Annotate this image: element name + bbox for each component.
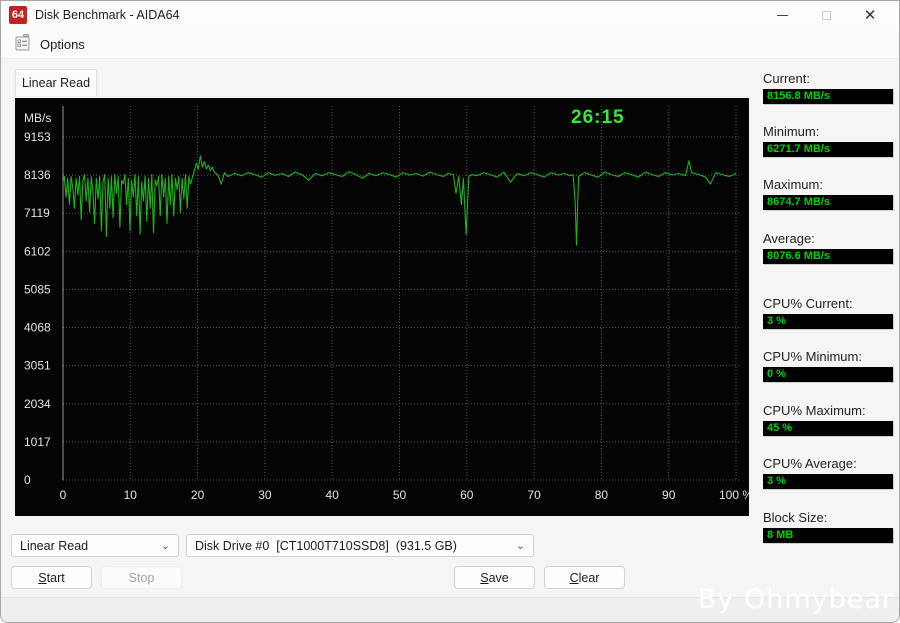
stat-value: 8076.6 MB/s xyxy=(763,249,893,264)
window-title: Disk Benchmark - AIDA64 xyxy=(35,8,180,22)
menu-bar: Options xyxy=(1,29,899,59)
stat-block-size: Block Size: 8 MB xyxy=(763,510,893,543)
stat-value: 8 MB xyxy=(763,528,893,543)
stat-cpu-maximum: CPU% Maximum: 45 % xyxy=(763,403,893,436)
svg-text:3051: 3051 xyxy=(24,359,51,373)
options-label: Options xyxy=(40,36,85,52)
stat-label: Minimum: xyxy=(763,124,820,139)
minimize-icon xyxy=(776,14,788,16)
svg-text:20: 20 xyxy=(191,488,205,502)
elapsed-time: 26:15 xyxy=(571,107,625,128)
save-button[interactable]: Save xyxy=(454,566,535,589)
options-icon xyxy=(13,33,33,56)
stat-label: CPU% Maximum: xyxy=(763,403,866,418)
title-bar: 64 Disk Benchmark - AIDA64 ✕ xyxy=(1,1,899,29)
stat-label: Block Size: xyxy=(763,510,828,525)
svg-text:7119: 7119 xyxy=(24,206,50,220)
svg-text:10: 10 xyxy=(124,488,138,502)
svg-text:60: 60 xyxy=(460,488,474,502)
benchmark-chart: 9153 8136 7119 6102 5085 4068 3051 2034 1017 0 MB/… xyxy=(15,98,753,516)
stop-button[interactable]: Stop xyxy=(101,566,182,589)
close-button[interactable]: ✕ xyxy=(849,1,891,29)
clear-button[interactable]: Clear xyxy=(544,566,625,589)
svg-text:MB/s: MB/s xyxy=(24,111,51,125)
svg-text:6102: 6102 xyxy=(24,244,51,258)
svg-text:70: 70 xyxy=(527,488,541,502)
stat-value: 8156.8 MB/s xyxy=(763,89,893,104)
stat-cpu-current: CPU% Current: 3 % xyxy=(763,296,893,329)
menu-item-options[interactable]: Options xyxy=(7,31,91,57)
app-window: 64 Disk Benchmark - AIDA64 ✕ Options Lin… xyxy=(0,0,900,623)
chevron-down-icon: ⌄ xyxy=(515,540,525,552)
svg-text:9153: 9153 xyxy=(24,130,51,144)
minimize-button[interactable] xyxy=(761,1,803,29)
stat-value: 3 % xyxy=(763,474,893,489)
drive-select[interactable]: Disk Drive #0 [CT1000T710SSD8] (931.5 GB… xyxy=(186,534,534,557)
svg-text:1017: 1017 xyxy=(24,435,51,449)
tab-linear-read[interactable]: Linear Read xyxy=(15,69,97,96)
stat-value: 3 % xyxy=(763,314,893,329)
stat-average: Average: 8076.6 MB/s xyxy=(763,231,893,264)
aida64-logo-icon: 64 xyxy=(9,6,27,24)
stat-current: Current: 8156.8 MB/s xyxy=(763,71,893,104)
stat-cpu-minimum: CPU% Minimum: 0 % xyxy=(763,349,893,382)
benchmark-type-value: Linear Read xyxy=(20,538,89,553)
stat-label: CPU% Average: xyxy=(763,456,857,471)
benchmark-type-select[interactable]: Linear Read ⌄ xyxy=(11,534,179,557)
svg-text:30: 30 xyxy=(258,488,272,502)
svg-text:4068: 4068 xyxy=(24,321,51,335)
start-button[interactable]: Start xyxy=(11,566,92,589)
maximize-button[interactable] xyxy=(805,1,847,29)
svg-text:0: 0 xyxy=(24,473,31,487)
stat-value: 8674.7 MB/s xyxy=(763,195,893,210)
svg-text:50: 50 xyxy=(393,488,407,502)
svg-text:90: 90 xyxy=(662,488,676,502)
svg-text:100 %: 100 % xyxy=(719,488,749,502)
stat-minimum: Minimum: 6271.7 MB/s xyxy=(763,124,893,157)
stat-value: 6271.7 MB/s xyxy=(763,142,893,157)
svg-text:0: 0 xyxy=(60,488,67,502)
chevron-down-icon: ⌄ xyxy=(160,540,170,552)
drive-select-value: Disk Drive #0 [CT1000T710SSD8] (931.5 GB… xyxy=(195,538,457,553)
stat-value: 45 % xyxy=(763,421,893,436)
stat-cpu-average: CPU% Average: 3 % xyxy=(763,456,893,489)
stat-maximum: Maximum: 8674.7 MB/s xyxy=(763,177,893,210)
svg-text:40: 40 xyxy=(326,488,340,502)
chart-canvas: 9153 8136 7119 6102 5085 4068 3051 2034 1017 0 MB/… xyxy=(24,106,753,502)
stat-value: 0 % xyxy=(763,367,893,382)
stat-label: CPU% Minimum: xyxy=(763,349,862,364)
status-bar xyxy=(1,597,899,622)
stat-label: Current: xyxy=(763,71,810,86)
svg-text:8136: 8136 xyxy=(24,168,51,182)
close-icon: ✕ xyxy=(863,6,877,24)
svg-text:2034: 2034 xyxy=(24,397,51,411)
stat-label: Average: xyxy=(763,231,815,246)
stat-label: Maximum: xyxy=(763,177,823,192)
maximize-icon xyxy=(821,10,831,20)
svg-text:80: 80 xyxy=(595,488,609,502)
svg-text:5085: 5085 xyxy=(24,282,51,296)
stat-label: CPU% Current: xyxy=(763,296,853,311)
